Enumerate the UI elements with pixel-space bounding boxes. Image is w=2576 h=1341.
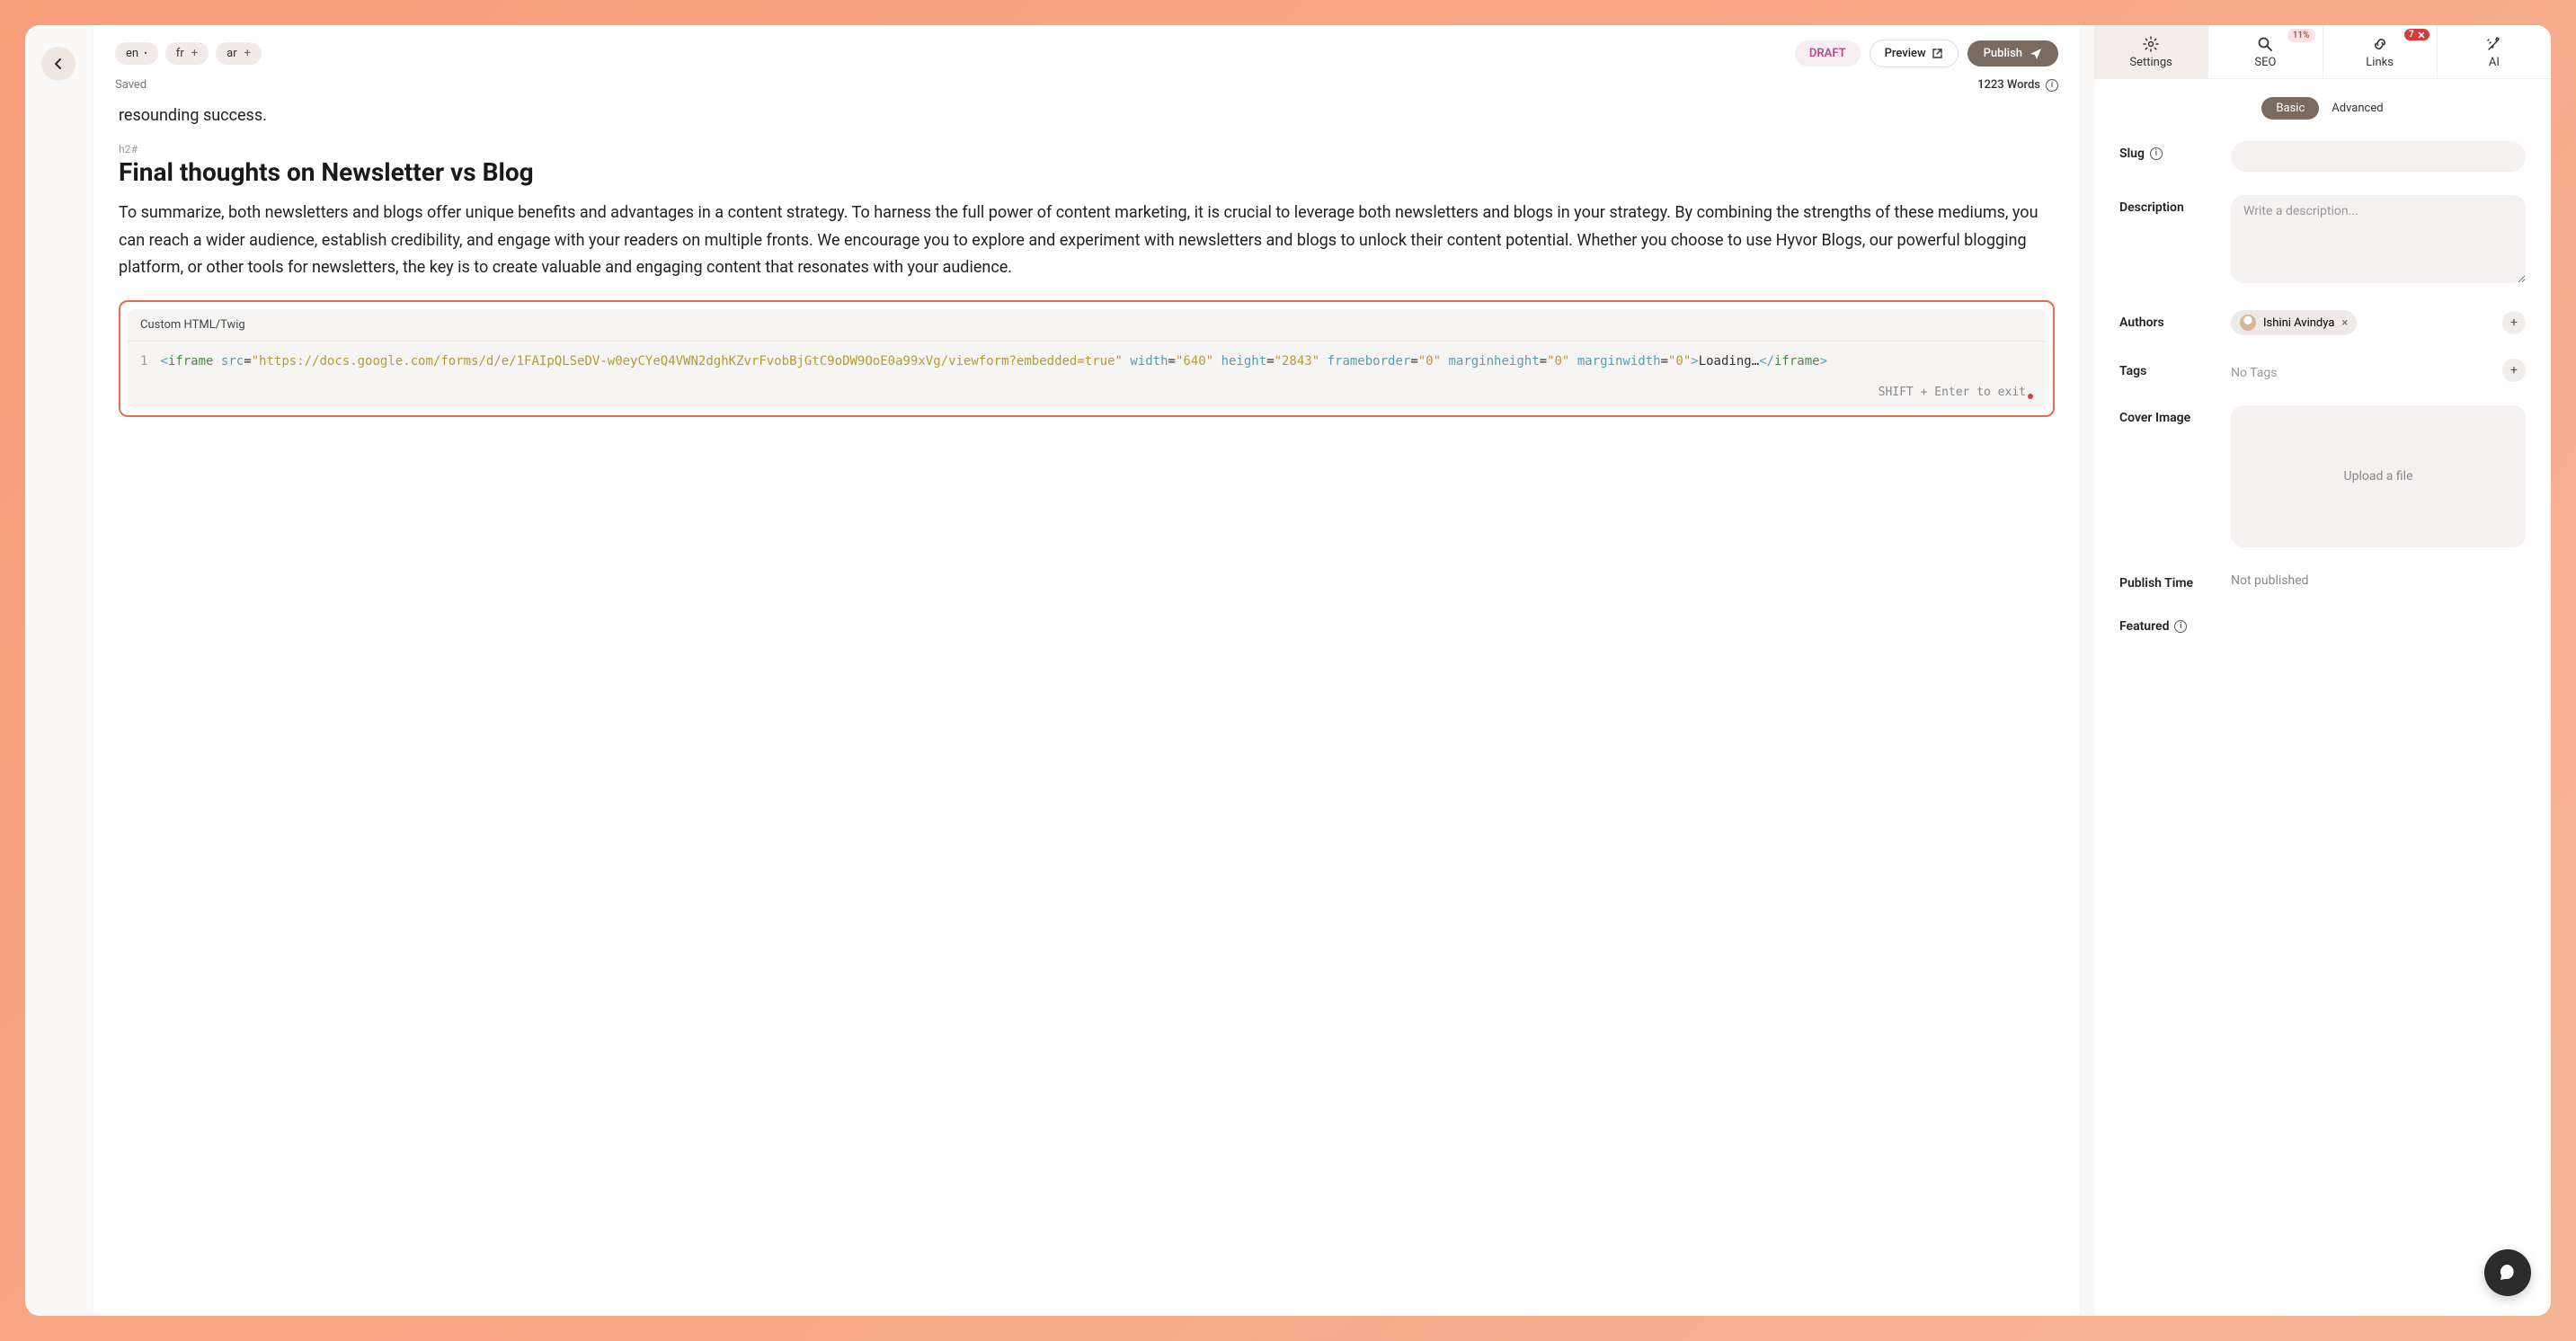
label-description: Description <box>2119 195 2215 215</box>
subtab-advanced[interactable]: Advanced <box>2332 102 2383 115</box>
heading-h2[interactable]: Final thoughts on Newsletter vs Blog <box>119 157 2055 187</box>
sparkle-icon <box>2486 36 2502 52</box>
lang-code: en <box>126 47 138 60</box>
label-slug: Slugi <box>2119 141 2215 161</box>
chat-icon <box>2498 1263 2518 1283</box>
line-number: 1 <box>140 352 147 372</box>
lang-pill-ar[interactable]: ar + <box>216 42 262 65</box>
slug-input[interactable] <box>2231 141 2526 172</box>
prev-paragraph-tail: resounding success. <box>119 106 2055 125</box>
add-author-button[interactable]: + <box>2502 311 2526 334</box>
external-link-icon <box>1932 48 1943 59</box>
tab-label: Settings <box>2129 56 2172 69</box>
plus-icon: + <box>191 47 198 60</box>
description-textarea[interactable] <box>2231 195 2526 283</box>
code-block-header: Custom HTML/Twig <box>128 309 2046 342</box>
label-publish-time: Publish Time <box>2119 571 2215 591</box>
word-count-label: 1223 Words <box>1977 78 2040 92</box>
link-icon <box>2372 36 2388 52</box>
lang-pill-fr[interactable]: fr + <box>165 42 209 65</box>
editor-toolbar: en • fr + ar + DRAFT Preview Publish <box>93 25 2080 75</box>
code-content[interactable]: <iframe src="https://docs.google.com/for… <box>160 352 2033 372</box>
preview-label: Preview <box>1885 47 1926 60</box>
lang-code: fr <box>176 47 184 60</box>
block-type-indicator: h2# <box>119 143 2055 155</box>
tab-seo[interactable]: 11% SEO <box>2208 25 2323 78</box>
editor-content[interactable]: resounding success. h2# Final thoughts o… <box>93 102 2080 1316</box>
save-status: Saved <box>115 78 147 92</box>
cover-upload-dropzone[interactable]: Upload a file <box>2231 405 2526 547</box>
info-icon[interactable]: i <box>2150 147 2163 160</box>
info-icon[interactable]: i <box>2174 620 2187 633</box>
send-icon <box>2030 48 2042 60</box>
lang-pill-en[interactable]: en • <box>115 42 158 65</box>
chat-help-fab[interactable] <box>2484 1249 2531 1296</box>
publish-label: Publish <box>1984 47 2022 60</box>
avatar <box>2240 315 2256 331</box>
info-icon: i <box>2046 79 2058 92</box>
paragraph-block[interactable]: To summarize, both newsletters and blogs… <box>119 200 2055 282</box>
add-tag-button[interactable]: + <box>2502 359 2526 382</box>
label-cover-image: Cover Image <box>2119 405 2215 425</box>
tab-ai[interactable]: AI <box>2438 25 2551 78</box>
word-count[interactable]: 1223 Words i <box>1977 78 2058 92</box>
editor-subbar: Saved 1223 Words i <box>93 75 2080 102</box>
draft-status-button[interactable]: DRAFT <box>1795 40 1861 67</box>
active-dot: • <box>144 48 147 59</box>
plus-icon: + <box>244 47 251 60</box>
tab-settings[interactable]: Settings <box>2094 25 2208 78</box>
author-chip[interactable]: Ishini Avindya × <box>2231 310 2357 335</box>
lang-code: ar <box>227 47 236 60</box>
back-button[interactable] <box>41 47 76 81</box>
tab-label: SEO <box>2254 56 2276 69</box>
tab-label: AI <box>2489 56 2500 69</box>
tags-empty: No Tags <box>2231 360 2277 380</box>
cursor-indicator <box>2028 394 2033 399</box>
gear-icon <box>2143 36 2159 52</box>
code-exit-hint: SHIFT + Enter to exit <box>128 382 2046 408</box>
tab-links[interactable]: 7 Links <box>2323 25 2438 78</box>
tab-label: Links <box>2366 56 2394 69</box>
seo-percentage-badge: 11% <box>2287 29 2315 42</box>
editor-panel: en • fr + ar + DRAFT Preview Publish Saved … <box>93 25 2080 1316</box>
label-featured: Featuredi <box>2119 614 2215 634</box>
remove-author-icon[interactable]: × <box>2341 316 2348 330</box>
code-block-selected[interactable]: Custom HTML/Twig 1 <iframe src="https://… <box>119 300 2055 418</box>
links-count-badge: 7 <box>2404 29 2429 40</box>
settings-sidebar: Settings 11% SEO 7 Links AI Basic Advanc… <box>2094 25 2551 1316</box>
publish-time-value[interactable]: Not published <box>2231 568 2309 588</box>
close-icon <box>2418 31 2425 39</box>
author-name: Ishini Avindya <box>2263 316 2334 330</box>
preview-button[interactable]: Preview <box>1870 40 1959 67</box>
label-tags: Tags <box>2119 359 2215 378</box>
label-authors: Authors <box>2119 310 2215 330</box>
subtab-basic[interactable]: Basic <box>2261 97 2319 120</box>
chevron-left-icon <box>53 58 64 69</box>
publish-button[interactable]: Publish <box>1968 40 2058 67</box>
magnify-icon <box>2257 36 2273 52</box>
